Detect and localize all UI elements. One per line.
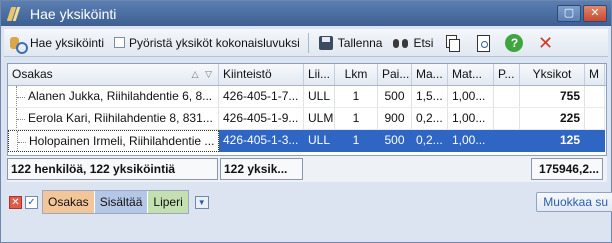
p-cell: [494, 108, 520, 130]
p-cell: [494, 86, 520, 108]
window-controls: ▢ ✕: [557, 5, 607, 22]
title-bar: Hae yksiköinti ▢ ✕: [1, 1, 611, 26]
hae-yksikointi-window: Hae yksiköinti ▢ ✕ Hae yksiköinti Pyöris…: [0, 0, 612, 243]
filter-bar: ✕ ✓ Osakas Sisältää Liperi ▼ Muokkaa su: [7, 188, 612, 216]
col-header-pai[interactable]: Pai...: [378, 64, 412, 85]
col-header-m[interactable]: M: [585, 64, 605, 85]
m-cell: [585, 130, 605, 152]
round-units-checkbox[interactable]: Pyöristä yksiköt kokonaisluvuksi: [109, 31, 305, 55]
sort-filter-icon[interactable]: △ ▽: [192, 64, 214, 85]
col-header-kiinteisto[interactable]: Kiinteistö: [219, 64, 304, 85]
save-label: Tallenna: [337, 35, 383, 50]
col-header-ma[interactable]: Ma...: [412, 64, 448, 85]
window-close-button[interactable]: ✕: [583, 5, 607, 22]
col-header-p[interactable]: P...: [494, 64, 520, 85]
close-icon: ✕: [537, 32, 554, 53]
summary-persons: 122 henkilöä, 122 yksiköintiä: [7, 158, 218, 180]
save-button[interactable]: Tallenna: [312, 31, 388, 55]
lii-cell: ULL: [304, 86, 335, 108]
mat-cell: 1,00...: [448, 130, 494, 152]
tree-connector: [16, 108, 26, 129]
filter-checkbox[interactable]: ✓: [25, 195, 38, 209]
print-preview-icon: [474, 34, 492, 52]
clear-filter-icon[interactable]: ✕: [9, 195, 22, 209]
checkbox-icon[interactable]: [114, 37, 126, 48]
osakas-cell: Holopainen Irmeli, Riihilahdentie ...: [29, 134, 215, 148]
maximize-button[interactable]: ▢: [557, 5, 581, 22]
summary-total: 175946,2...: [531, 158, 603, 180]
search-units-label: Hae yksiköinti: [30, 35, 105, 50]
group-by-panel: Osakas Sisältää Liperi: [42, 190, 189, 214]
yksikot-cell: 755: [520, 86, 585, 108]
app-logo-icon: [6, 5, 24, 23]
group-chip-sisaltaa[interactable]: Sisältää: [94, 191, 149, 213]
col-header-lkm[interactable]: Lkm: [335, 64, 378, 85]
lkm-cell: 1: [335, 130, 378, 152]
lkm-cell: 1: [335, 86, 378, 108]
edit-button[interactable]: Muokkaa su: [536, 192, 612, 212]
table-row[interactable]: Eerola Kari, Riihilahdentie 8, 831... 42…: [8, 108, 606, 130]
database-search-icon: [9, 34, 28, 54]
pai-cell: 500: [378, 86, 412, 108]
chevron-down-icon[interactable]: ▼: [194, 195, 209, 209]
toolbar-separator: [307, 32, 309, 53]
copy-button[interactable]: [438, 31, 469, 55]
find-label: Etsi: [413, 35, 434, 50]
ma-cell: 0,2...: [412, 130, 448, 152]
summary-spacer: [305, 158, 529, 180]
help-button[interactable]: ?: [500, 31, 531, 55]
tree-connector: [16, 86, 26, 107]
summary-row: 122 henkilöä, 122 yksiköintiä 122 yksik.…: [7, 155, 607, 182]
pai-cell: 900: [378, 108, 412, 130]
m-cell: [585, 108, 605, 130]
col-header-lii[interactable]: Lii...: [304, 64, 335, 85]
summary-units: 122 yksik...: [220, 158, 303, 180]
search-units-button[interactable]: Hae yksiköinti: [4, 31, 109, 55]
help-icon: ?: [505, 33, 524, 52]
osakas-cell: Eerola Kari, Riihilahdentie 8, 831...: [28, 111, 213, 125]
group-chip-liperi[interactable]: Liperi: [148, 191, 188, 213]
ma-cell: 1,5...: [412, 86, 448, 108]
save-icon: [317, 34, 335, 52]
p-cell: [494, 130, 520, 152]
kiinteisto-cell: 426-405-1-7...: [219, 86, 304, 108]
binoculars-icon: [392, 34, 410, 52]
mat-cell: 1,00...: [448, 86, 494, 108]
pai-cell: 500: [378, 130, 412, 152]
col-header-osakas[interactable]: Osakas △ ▽: [8, 64, 219, 85]
col-header-mat[interactable]: Mat...: [448, 64, 494, 85]
close-button[interactable]: ✕: [531, 31, 562, 55]
ma-cell: 0,2...: [412, 108, 448, 130]
grid-header: Osakas △ ▽ Kiinteistö Lii... Lkm Pai... …: [8, 64, 606, 86]
yksikot-cell: 125: [520, 130, 585, 152]
print-preview-button[interactable]: [469, 31, 500, 55]
col-header-yksikot[interactable]: Yksikot: [520, 64, 585, 85]
kiinteisto-cell: 426-405-1-3...: [219, 130, 304, 152]
round-units-label: Pyöristä yksiköt kokonaisluvuksi: [129, 35, 300, 50]
tree-connector: [17, 131, 27, 151]
copy-icon: [443, 34, 461, 52]
find-button[interactable]: Etsi: [387, 31, 438, 55]
table-row-selected[interactable]: Holopainen Irmeli, Riihilahdentie ... 42…: [8, 130, 606, 152]
osakas-cell: Alanen Jukka, Riihilahdentie 6, 8...: [28, 89, 213, 103]
group-chip-osakas[interactable]: Osakas: [43, 191, 95, 213]
table-row[interactable]: Alanen Jukka, Riihilahdentie 6, 8... 426…: [8, 86, 606, 108]
toolbar: Hae yksiköinti Pyöristä yksiköt kokonais…: [4, 29, 608, 57]
m-cell: [585, 86, 605, 108]
yksikot-cell: 225: [520, 108, 585, 130]
mat-cell: 1,00...: [448, 108, 494, 130]
window-title: Hae yksiköinti: [30, 5, 117, 22]
lii-cell: ULL: [304, 130, 335, 152]
lkm-cell: 1: [335, 108, 378, 130]
kiinteisto-cell: 426-405-1-9...: [219, 108, 304, 130]
lii-cell: ULM: [304, 108, 335, 130]
